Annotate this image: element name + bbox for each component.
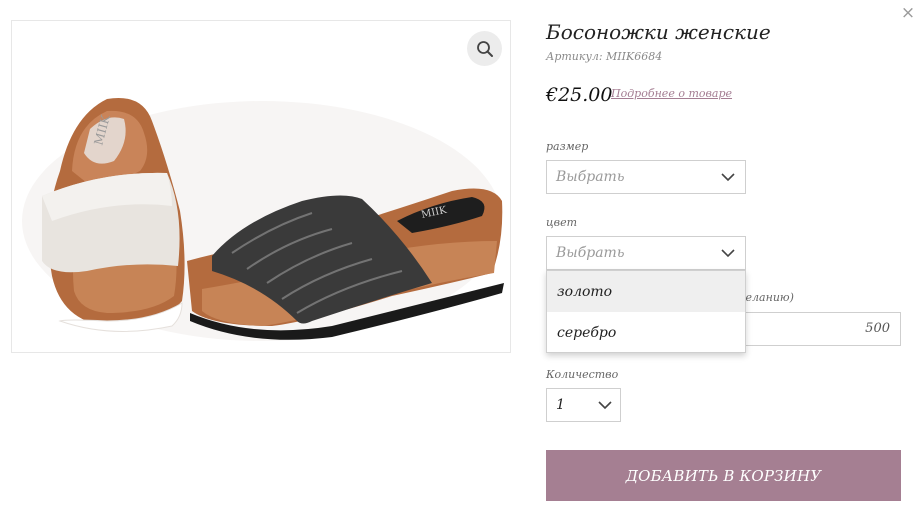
size-select[interactable]: Выбрать (546, 160, 746, 194)
size-select-value: Выбрать (556, 169, 625, 185)
color-label: цвет (546, 216, 578, 229)
quantity-value: 1 (556, 397, 565, 413)
chevron-down-icon (598, 401, 612, 410)
product-price: €25.00 (546, 84, 613, 106)
zoom-button[interactable] (467, 31, 502, 66)
add-to-cart-button[interactable]: ДОБАВИТЬ В КОРЗИНУ (546, 450, 901, 501)
product-details-link[interactable]: Подробнее о товаре (611, 87, 732, 100)
quantity-select[interactable]: 1 (546, 388, 621, 422)
color-select[interactable]: Выбрать (546, 236, 746, 270)
magnifier-icon (476, 40, 493, 57)
color-select-value: Выбрать (556, 245, 625, 261)
chevron-down-icon (721, 173, 735, 182)
quantity-label: Количество (546, 368, 619, 381)
product-sku: Артикул: MIIK6684 (546, 50, 663, 63)
size-label: размер (546, 140, 589, 153)
amount-input[interactable]: 500 (735, 312, 901, 346)
product-image-frame: MIIK MIIK (11, 20, 511, 353)
color-option-silver[interactable]: серебро (547, 312, 745, 353)
close-icon[interactable]: × (898, 3, 918, 23)
product-title: Босоножки женские (546, 20, 771, 44)
color-option-gold[interactable]: золото (547, 271, 745, 312)
chevron-down-icon (721, 249, 735, 258)
product-image: MIIK MIIK (22, 97, 504, 341)
color-dropdown: золото серебро (546, 270, 746, 353)
